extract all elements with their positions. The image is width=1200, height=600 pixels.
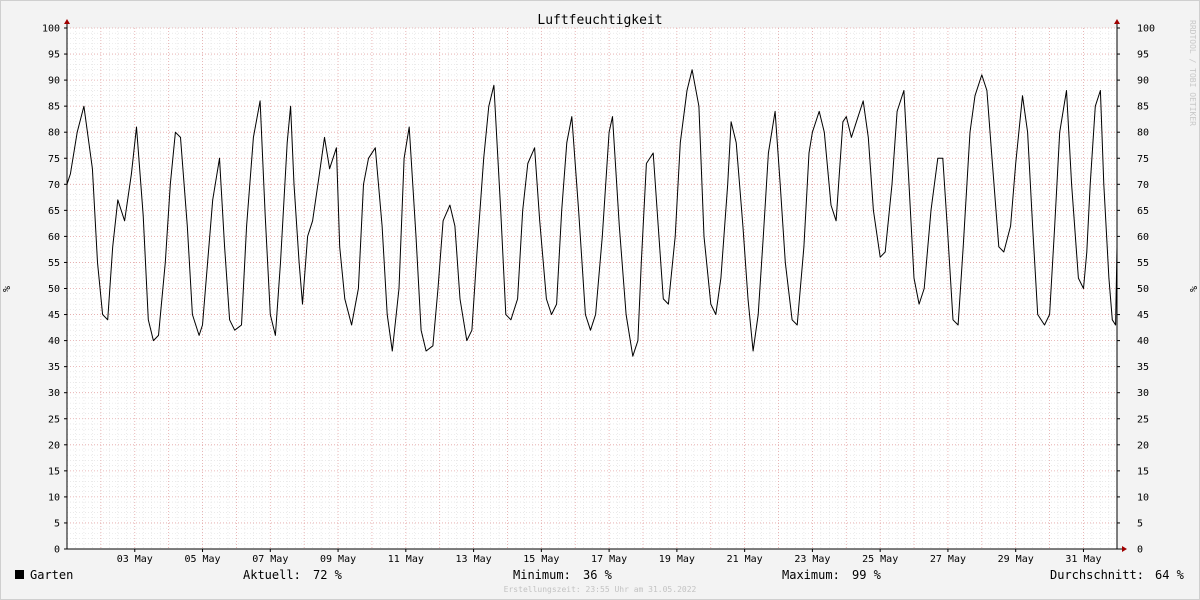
y-tick-label: 95 <box>1137 50 1149 61</box>
y-axis-arrow-left <box>64 19 70 24</box>
y-tick-label: 30 <box>1137 388 1149 399</box>
y-tick-label: 80 <box>48 128 60 139</box>
y-tick-label: 80 <box>1137 128 1149 139</box>
y-tick-label: 60 <box>48 232 60 243</box>
y-tick-label: 40 <box>1137 336 1149 347</box>
x-tick-label: 25 May <box>862 554 898 565</box>
series-color-swatch <box>15 570 24 579</box>
x-tick-label: 27 May <box>930 554 966 565</box>
y-tick-label: 75 <box>48 154 60 165</box>
y-tick-label: 30 <box>48 388 60 399</box>
y-tick-label: 45 <box>48 310 60 321</box>
y-tick-label: 85 <box>48 102 60 113</box>
y-tick-label: 85 <box>1137 102 1149 113</box>
y-tick-label: 15 <box>1137 466 1149 477</box>
x-tick-label: 09 May <box>320 554 356 565</box>
y-tick-label: 20 <box>48 440 60 451</box>
y-tick-label: 35 <box>1137 362 1149 373</box>
y-tick-label: 25 <box>48 414 60 425</box>
y-tick-label: 70 <box>1137 180 1149 191</box>
y-tick-label: 50 <box>48 284 60 295</box>
y-tick-label: 90 <box>48 76 60 87</box>
y-tick-label: 5 <box>54 518 60 529</box>
x-axis-arrow <box>1122 546 1127 552</box>
average-value: 64 % <box>1155 568 1184 582</box>
y-tick-label: 10 <box>48 492 60 503</box>
maximum-label: Maximum: <box>782 568 840 582</box>
y-tick-label: 0 <box>1137 545 1143 556</box>
y-axis-arrow-right <box>1114 19 1120 24</box>
y-tick-label: 100 <box>1137 24 1155 35</box>
legend-series-name: Garten <box>30 568 74 582</box>
y-tick-label: 55 <box>48 258 60 269</box>
y-tick-label: 90 <box>1137 76 1149 87</box>
y-tick-label: 60 <box>1137 232 1149 243</box>
y-tick-label: 50 <box>1137 284 1149 295</box>
x-tick-label: 03 May <box>117 554 153 565</box>
y-tick-label: 100 <box>42 24 60 35</box>
y-tick-label: 70 <box>48 180 60 191</box>
y-tick-labels-left: 0 5 10 15 20 25 30 35 40 45 50 55 60 65 70 75 80 85 90 95 10… <box>42 24 60 556</box>
chart-canvas: 0510152025303540455055606570758085909510… <box>0 0 1200 600</box>
current-value: 72 % <box>313 568 342 582</box>
x-tick-label: 29 May <box>998 554 1034 565</box>
x-tick-label: 13 May <box>456 554 492 565</box>
y-tick-label: 0 <box>54 545 60 556</box>
humidity-chart: 0 5 10 15 20 25 30 35 40 45 50 55 60 65 70 75 80 85 90 95 10… <box>0 0 1200 600</box>
y-tick-label: 5 <box>1137 518 1143 529</box>
x-tick-label: 19 May <box>659 554 695 565</box>
x-tick-label: 31 May <box>1065 554 1101 565</box>
y-tick-label: 65 <box>1137 206 1149 217</box>
x-tick-label: 05 May <box>184 554 220 565</box>
y-axis-label-right: % <box>1187 286 1198 292</box>
y-tick-label: 10 <box>1137 492 1149 503</box>
x-tick-label: 17 May <box>591 554 627 565</box>
y-tick-label: 45 <box>1137 310 1149 321</box>
y-tick-label: 75 <box>1137 154 1149 165</box>
creation-timestamp: Erstellungszeit: 23:55 Uhr am 31.05.2022 <box>503 585 697 594</box>
x-tick-labels: 03 May 05 May 07 May 09 May 11 May 13 May 15 M… <box>117 554 1102 565</box>
y-tick-label: 55 <box>1137 258 1149 269</box>
x-tick-label: 15 May <box>523 554 559 565</box>
maximum-value: 99 % <box>852 568 881 582</box>
average-label: Durchschnitt: <box>1050 568 1144 582</box>
y-tick-label: 40 <box>48 336 60 347</box>
y-tick-label: 25 <box>1137 414 1149 425</box>
y-tick-label: 15 <box>48 466 60 477</box>
current-label: Aktuell: <box>243 568 301 582</box>
x-tick-label: 07 May <box>252 554 288 565</box>
minimum-label: Minimum: <box>513 568 571 582</box>
legend-row: Garten Aktuell: 72 % Minimum: 36 % Maxim… <box>0 568 1200 584</box>
x-tick-label: 23 May <box>794 554 830 565</box>
x-tick-label: 21 May <box>727 554 763 565</box>
y-tick-labels-right: 0 5 10 15 20 25 30 35 40 45 50 55 60 65 70 75 80 85 90 95 10… <box>1137 24 1155 556</box>
y-tick-label: 35 <box>48 362 60 373</box>
rrdtool-watermark: RRDTOOL / TOBI OETIKER <box>1188 20 1197 126</box>
x-tick-label: 11 May <box>388 554 424 565</box>
y-tick-label: 20 <box>1137 440 1149 451</box>
y-axis-label-left: % <box>2 286 13 292</box>
chart-title: Luftfeuchtigkeit <box>537 13 662 28</box>
minimum-value: 36 % <box>583 568 612 582</box>
y-tick-label: 65 <box>48 206 60 217</box>
y-tick-label: 95 <box>48 50 60 61</box>
